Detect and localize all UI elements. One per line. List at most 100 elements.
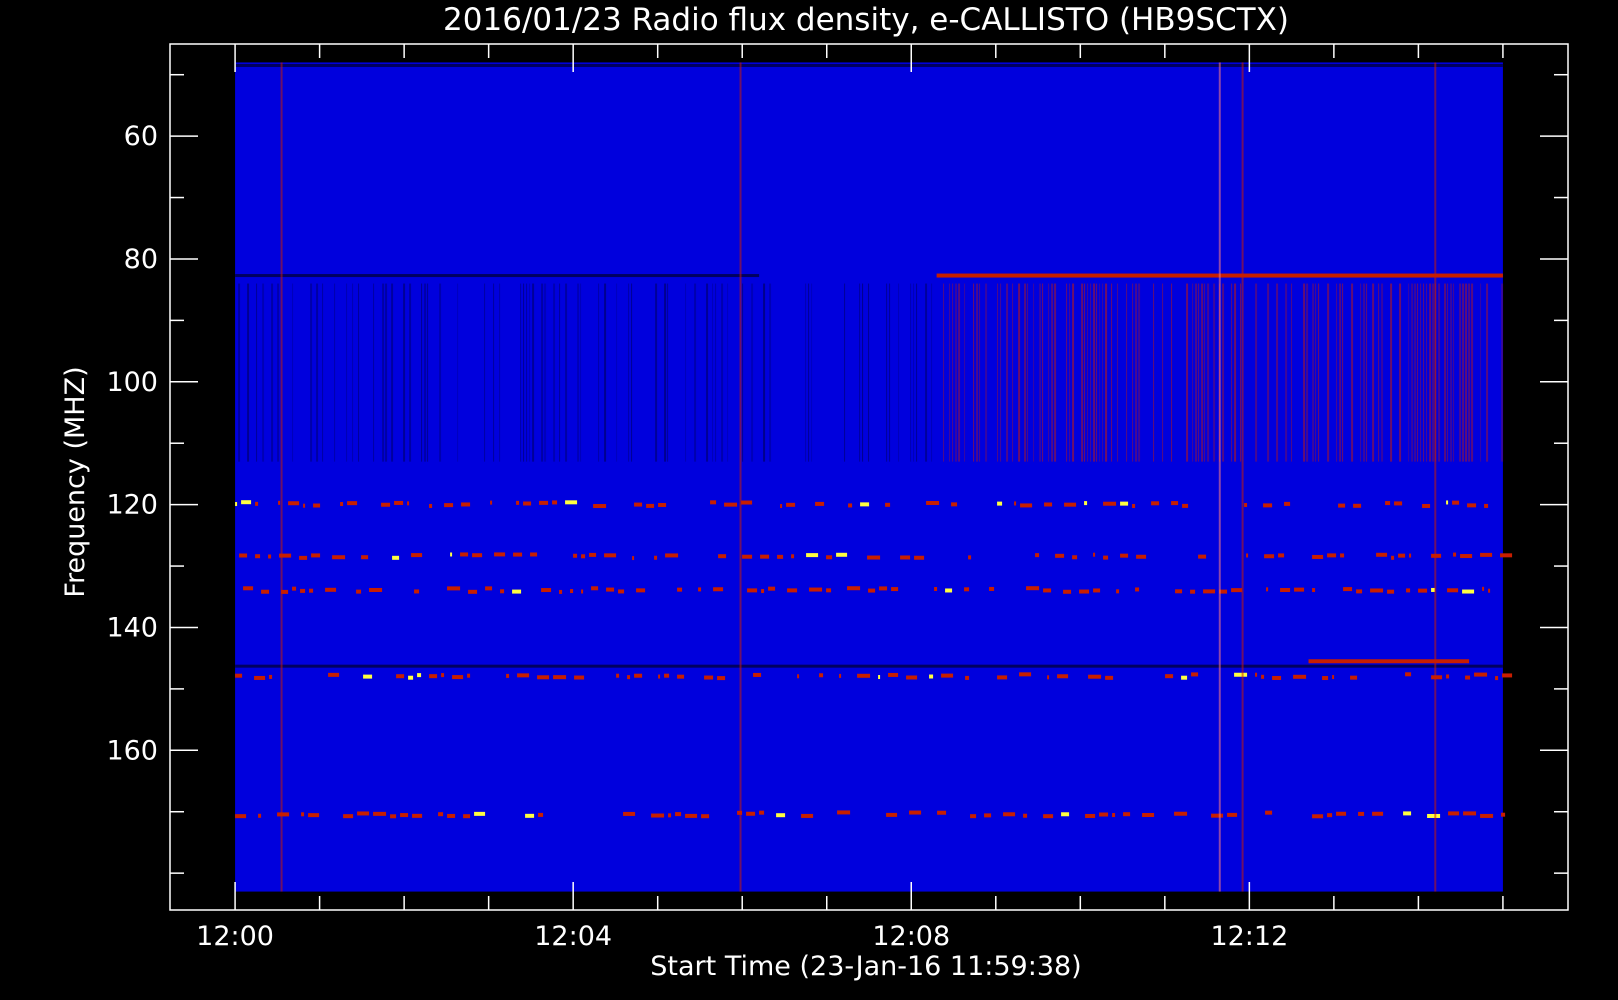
emission-patch bbox=[1088, 674, 1102, 679]
striation-stripe bbox=[1012, 283, 1014, 462]
emission-patch bbox=[847, 586, 861, 591]
striation-stripe bbox=[1111, 283, 1113, 462]
striation-stripe bbox=[1366, 283, 1368, 462]
striation-stripe bbox=[1462, 283, 1465, 462]
emission-patch bbox=[1431, 675, 1443, 680]
striation-stripe bbox=[943, 283, 945, 462]
emission-patch bbox=[618, 589, 625, 594]
striation-stripe bbox=[1285, 283, 1288, 462]
striation-stripe bbox=[898, 283, 900, 462]
striation-stripe bbox=[541, 283, 544, 462]
emission-patch bbox=[1312, 554, 1324, 559]
emission-patch bbox=[900, 555, 911, 560]
emission-patch bbox=[616, 673, 620, 678]
emission-patch bbox=[888, 672, 899, 677]
emission-patch bbox=[553, 675, 567, 680]
emission-patch bbox=[1043, 588, 1052, 593]
emission-patch bbox=[632, 556, 635, 561]
emission-patch bbox=[914, 555, 925, 560]
emission-patch bbox=[1370, 588, 1384, 593]
striation-stripe bbox=[532, 283, 535, 462]
emission-patch bbox=[1246, 553, 1249, 558]
striation-stripe bbox=[727, 283, 729, 462]
emission-patch bbox=[885, 502, 891, 507]
emission-patch bbox=[474, 811, 486, 816]
spectrogram-background bbox=[235, 62, 1503, 892]
emission-patch bbox=[753, 672, 762, 677]
emission-patch bbox=[512, 589, 522, 594]
emission-patch bbox=[1264, 554, 1275, 559]
striation-stripe bbox=[1291, 283, 1293, 462]
striation-stripe bbox=[382, 283, 385, 462]
striation-stripe bbox=[964, 283, 966, 462]
emission-patch bbox=[565, 500, 578, 505]
emission-patch bbox=[1003, 812, 1016, 817]
striation-stripe bbox=[1186, 283, 1189, 462]
emission-patch bbox=[826, 588, 832, 593]
striation-stripe bbox=[1081, 283, 1084, 462]
emission-patch bbox=[1064, 502, 1077, 507]
emission-patch bbox=[906, 675, 918, 680]
y-axis-label: Frequency (MHZ) bbox=[60, 366, 91, 597]
striation-stripe bbox=[868, 283, 870, 462]
striation-stripe bbox=[1381, 283, 1384, 462]
emission-patch bbox=[490, 500, 493, 505]
emission-patch bbox=[809, 587, 823, 592]
emission-patch bbox=[1427, 813, 1441, 818]
emission-patch bbox=[494, 552, 506, 557]
striation-stripe bbox=[1414, 283, 1417, 462]
striation-stripe bbox=[493, 283, 495, 462]
striation-stripe bbox=[997, 283, 999, 462]
emission-patch bbox=[1266, 587, 1269, 592]
emission-patch bbox=[1460, 554, 1473, 559]
striation-stripe bbox=[1444, 283, 1447, 462]
emission-patch bbox=[313, 503, 321, 508]
emission-patch bbox=[677, 674, 685, 679]
emission-patch bbox=[937, 810, 947, 815]
striation-stripe bbox=[424, 283, 427, 462]
emission-patch bbox=[837, 810, 851, 815]
emission-patch bbox=[604, 553, 617, 558]
emission-patch bbox=[1327, 553, 1337, 558]
emission-patch bbox=[1174, 811, 1188, 816]
emission-patch bbox=[1482, 586, 1485, 591]
emission-patch bbox=[1198, 554, 1207, 559]
emission-patch bbox=[801, 813, 814, 818]
emission-patch bbox=[239, 553, 248, 558]
x-tick-label: 12:04 bbox=[534, 921, 612, 952]
emission-patch bbox=[968, 555, 972, 560]
emission-patch bbox=[343, 814, 354, 819]
emission-patch bbox=[1261, 674, 1265, 679]
emission-patch bbox=[447, 586, 461, 591]
x-tick-label: 12:08 bbox=[872, 921, 950, 952]
striation-stripe bbox=[616, 283, 618, 462]
emission-patch bbox=[742, 554, 753, 559]
striation-stripe bbox=[421, 283, 423, 462]
emission-patch bbox=[581, 554, 586, 559]
striation-stripe bbox=[526, 283, 528, 462]
striation-stripe bbox=[1171, 283, 1173, 462]
striation-stripe bbox=[694, 283, 697, 462]
emission-patch bbox=[255, 501, 259, 506]
emission-patch bbox=[396, 674, 405, 679]
emission-line bbox=[1308, 659, 1470, 664]
emission-patch bbox=[538, 812, 544, 817]
emission-patch bbox=[951, 502, 958, 507]
striation-stripe bbox=[1039, 283, 1042, 462]
emission-patch bbox=[1465, 675, 1471, 680]
striation-stripe bbox=[292, 283, 294, 462]
burst-line bbox=[1241, 62, 1244, 892]
emission-patch bbox=[381, 502, 391, 507]
striation-stripe bbox=[1117, 283, 1119, 462]
striation-stripe bbox=[1024, 283, 1027, 462]
striation-stripe bbox=[565, 283, 568, 462]
y-tick-label: 100 bbox=[106, 367, 158, 398]
emission-patch bbox=[989, 586, 995, 591]
striation-stripe bbox=[1126, 283, 1128, 462]
y-tick-label: 140 bbox=[106, 612, 158, 643]
striation-stripe bbox=[979, 283, 981, 462]
emission-patch bbox=[741, 500, 753, 505]
absorption-line bbox=[235, 664, 1503, 668]
striation-stripe bbox=[886, 283, 888, 462]
emission-patch bbox=[1446, 500, 1449, 505]
